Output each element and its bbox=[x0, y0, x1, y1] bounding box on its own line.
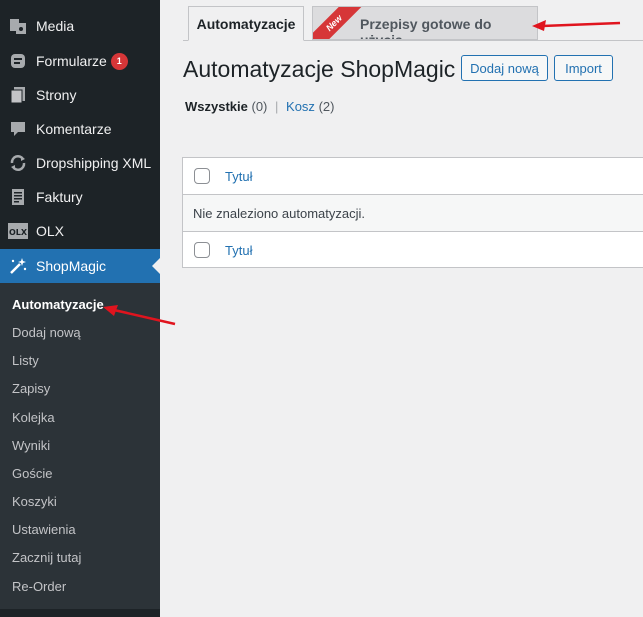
pages-icon bbox=[8, 85, 28, 105]
submenu-item-queue[interactable]: Kolejka bbox=[12, 410, 55, 425]
olx-logo-icon: OLX bbox=[8, 221, 28, 241]
sidebar-item-invoices[interactable]: Faktury bbox=[0, 180, 160, 214]
submenu-item-guests[interactable]: Goście bbox=[12, 466, 52, 481]
notification-badge: 1 bbox=[110, 52, 128, 70]
sidebar-item-comments[interactable]: Komentarze bbox=[0, 112, 160, 146]
submenu-item-carts[interactable]: Koszyki bbox=[12, 494, 57, 509]
sidebar-item-label: Komentarze bbox=[36, 121, 112, 137]
tab-recipes-label: Przepisy gotowe do użycia bbox=[360, 16, 492, 40]
filter-trash-count: (2) bbox=[318, 99, 335, 114]
sidebar-bottom bbox=[0, 609, 160, 617]
comments-icon bbox=[8, 119, 28, 139]
sidebar-item-label: Dropshipping XML bbox=[36, 155, 152, 171]
sync-icon bbox=[8, 153, 28, 173]
table-footer-row: Tytuł bbox=[183, 232, 643, 268]
media-icon bbox=[8, 16, 28, 36]
submenu-item-add-new[interactable]: Dodaj nową bbox=[12, 325, 81, 340]
forms-icon bbox=[8, 51, 28, 71]
sidebar-item-olx[interactable]: OLX OLX bbox=[0, 214, 160, 248]
submenu-item-automations[interactable]: Automatyzacje bbox=[12, 297, 104, 312]
annotation-arrow-icon bbox=[532, 20, 621, 31]
automations-table: Tytuł Nie znaleziono automatyzacji. Tytu… bbox=[182, 157, 643, 268]
sidebar-item-media[interactable]: Media bbox=[0, 9, 160, 43]
select-all-checkbox[interactable] bbox=[194, 168, 210, 184]
filter-all[interactable]: Wszystkie bbox=[185, 99, 248, 114]
sidebar-item-shopmagic[interactable]: ShopMagic bbox=[0, 249, 160, 283]
column-title-footer[interactable]: Tytuł bbox=[225, 243, 252, 258]
sidebar-item-label: OLX bbox=[36, 223, 65, 239]
submenu-item-settings[interactable]: Ustawienia bbox=[12, 522, 76, 537]
empty-row: Nie znaleziono automatyzacji. bbox=[183, 195, 643, 232]
sidebar-item-label: Media bbox=[36, 18, 75, 34]
filter-separator: | bbox=[275, 99, 279, 114]
column-title-header[interactable]: Tytuł bbox=[225, 169, 252, 184]
sidebar-item-forms[interactable]: Formularze 1 bbox=[0, 44, 160, 78]
svg-text:OLX: OLX bbox=[9, 228, 28, 237]
invoice-icon bbox=[8, 187, 28, 207]
sidebar-item-dropshipping-xml[interactable]: Dropshipping XML bbox=[0, 146, 160, 180]
submenu-item-lists[interactable]: Listy bbox=[12, 353, 39, 368]
filter-trash[interactable]: Kosz bbox=[286, 99, 315, 114]
sidebar-item-label: Formularze bbox=[36, 53, 107, 69]
annotation-arrow-icon bbox=[103, 305, 176, 326]
sidebar-item-label: ShopMagic bbox=[36, 258, 107, 274]
sidebar-item-label: Strony bbox=[36, 87, 77, 103]
select-all-checkbox-footer[interactable] bbox=[194, 242, 210, 258]
tab-automations[interactable]: Automatyzacje bbox=[188, 6, 304, 41]
magic-wand-icon bbox=[8, 256, 28, 276]
add-new-button[interactable]: Dodaj nową bbox=[461, 55, 548, 81]
status-filters: Wszystkie (0) | Kosz (2) bbox=[185, 99, 334, 114]
empty-message: Nie znaleziono automatyzacji. bbox=[193, 205, 365, 221]
new-ribbon: New bbox=[313, 7, 365, 39]
import-button[interactable]: Import bbox=[554, 55, 613, 81]
sidebar-item-label: Faktury bbox=[36, 189, 83, 205]
submenu-item-start-here[interactable]: Zacznij tutaj bbox=[12, 550, 81, 565]
filter-all-count: (0) bbox=[251, 99, 268, 114]
submenu-item-signups[interactable]: Zapisy bbox=[12, 381, 50, 396]
active-indicator bbox=[152, 258, 160, 274]
shopmagic-submenu: Automatyzacje Dodaj nową Listy Zapisy Ko… bbox=[0, 283, 160, 609]
submenu-item-outcomes[interactable]: Wyniki bbox=[12, 438, 50, 453]
sidebar-item-pages[interactable]: Strony bbox=[0, 78, 160, 112]
submenu-item-reorder[interactable]: Re-Order bbox=[12, 579, 66, 594]
table-header-row: Tytuł bbox=[183, 158, 643, 195]
tab-recipes[interactable]: New Przepisy gotowe do użycia bbox=[312, 6, 538, 40]
page-title: Automatyzacje ShopMagic bbox=[183, 56, 456, 82]
